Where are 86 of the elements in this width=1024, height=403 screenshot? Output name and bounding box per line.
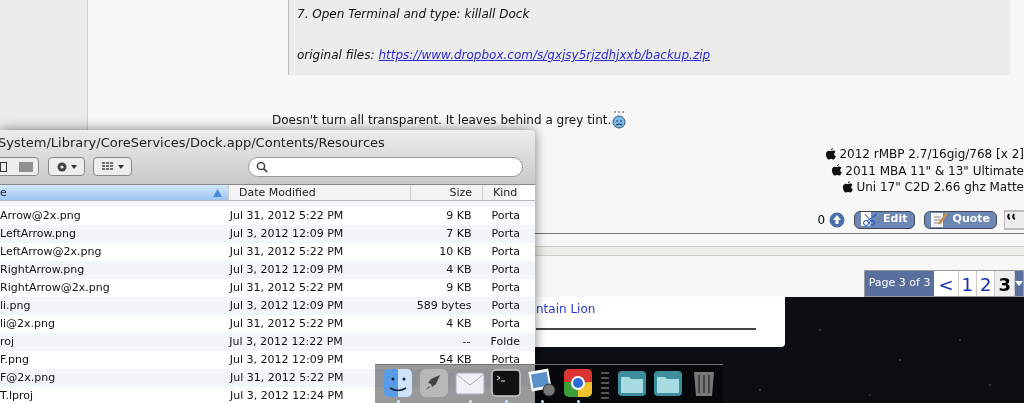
coverflow-icon (18, 161, 33, 172)
pen-paper-icon (930, 211, 949, 228)
page-indicator: Page 3 of 3 (864, 271, 935, 296)
file-name[interactable]: li@2x.png (0, 316, 56, 330)
signature-line: 2012 rMBP 2.7/16gig/768 [x 2] (839, 146, 1024, 163)
file-name[interactable]: T.lproj (0, 388, 34, 402)
photos-icon[interactable] (527, 367, 557, 398)
file-size: 54 KB (438, 351, 473, 368)
file-kind: Folde (489, 333, 520, 350)
column-header[interactable]: Kind (482, 185, 520, 200)
terminal-icon[interactable] (491, 367, 521, 398)
file-size: 589 bytes (415, 297, 473, 314)
file-kind: Porta (490, 261, 520, 278)
file-size: 4 KB (445, 261, 473, 278)
confused-face-icon (612, 109, 627, 129)
apple-icon (825, 147, 838, 161)
column-header[interactable]: Date Modified (228, 185, 410, 200)
file-name[interactable]: RightArrow@2x.png (0, 280, 110, 294)
column-header[interactable]: Size (410, 185, 482, 200)
post-text: Doesn't turn all transparent. It leaves behind a grey tint. (272, 112, 612, 129)
file-name[interactable]: LeftArrow@2x.png (0, 244, 102, 258)
caret-icon (71, 164, 77, 169)
file-size: 4 KB (445, 315, 473, 332)
sort-arrow-icon (213, 189, 222, 197)
grid-icon (101, 162, 114, 171)
date-modified: Jul 31, 2012 5:22 PM (229, 208, 344, 222)
date-modified: Jul 31, 2012 5:22 PM (230, 370, 344, 384)
file-name[interactable]: Arrow@2x.png (0, 208, 81, 222)
file-kind: Porta (490, 207, 520, 224)
file-kind: Porta (490, 315, 520, 332)
file-name[interactable]: roj (0, 334, 15, 348)
signature-line: Uni 17" C2D 2.66 ghz Matte (856, 179, 1024, 196)
file-kind: Porta (490, 243, 520, 260)
file-size: 10 KB (438, 243, 473, 260)
download-link[interactable]: https://www.dropbox.com/s/gxjsy5rjzdhjxxb/backup.zip (378, 46, 711, 64)
file-name[interactable]: RightArrow.png (0, 262, 85, 276)
quote-marks-icon[interactable] (1004, 209, 1024, 230)
gear-icon (56, 160, 68, 173)
file-kind: Porta (490, 297, 520, 314)
arrange-menu-button[interactable] (93, 157, 132, 176)
date-modified: Jul 3, 2012 12:09 PM (229, 226, 344, 240)
post-link[interactable]: ntain Lion (536, 302, 596, 316)
page-link[interactable]: 3 (995, 271, 1015, 296)
quote-button[interactable]: Quote (923, 210, 997, 229)
face-icon[interactable] (383, 367, 413, 398)
caret-icon (1015, 280, 1023, 287)
date-modified: Jul 3, 2012 12:09 PM (229, 352, 344, 366)
date-modified: Jul 31, 2012 5:22 PM (229, 280, 344, 294)
file-size: 9 KB (445, 207, 473, 224)
date-modified: Jul 3, 2012 12:09 PM (229, 298, 344, 312)
date-modified: Jul 3, 2012 12:22 PM (229, 334, 343, 348)
file-name[interactable]: LeftArrow.png (0, 226, 76, 240)
file-kind: Porta (490, 351, 520, 368)
file-name[interactable]: F@2x.png (0, 370, 56, 384)
action-menu-button[interactable] (48, 157, 85, 176)
search-field[interactable] (248, 156, 523, 177)
signature-line: 2011 MBA 11" & 13" Ultimate (845, 162, 1024, 179)
date-modified: Jul 31, 2012 5:22 PM (229, 244, 344, 258)
browser-icon[interactable] (563, 367, 593, 398)
previous-page-link[interactable]: < (934, 271, 959, 296)
file-kind: Porta (490, 225, 520, 242)
caret-icon (117, 164, 124, 169)
file-name[interactable]: li.png (0, 298, 31, 312)
file-size: 9 KB (445, 279, 473, 296)
page-link[interactable]: 2 (977, 271, 996, 296)
search-icon (256, 160, 268, 173)
page-menu-button[interactable] (1015, 271, 1023, 296)
column-header[interactable]: e (0, 185, 228, 200)
file-size: 7 KB (445, 225, 473, 242)
view-buttons[interactable] (0, 157, 39, 176)
apple-icon (831, 164, 844, 178)
edit-button[interactable]: Edit (854, 210, 915, 229)
apple-icon (842, 180, 855, 194)
quote-text: 7. Open Terminal and type: killall Dock (297, 6, 531, 22)
vote-count: 0 (817, 211, 826, 229)
scissors-icon (861, 211, 880, 228)
column-view-icon (0, 161, 9, 172)
rocket-icon[interactable] (419, 367, 449, 398)
date-modified: Jul 31, 2012 5:22 PM (229, 316, 344, 330)
date-modified: Jul 3, 2012 12:24 PM (230, 388, 344, 402)
file-size: -- (461, 333, 472, 350)
file-name[interactable]: F.png (0, 352, 29, 366)
quote-text: original files: (297, 47, 375, 64)
file-kind: Porta (490, 279, 520, 296)
upvote-icon[interactable] (829, 211, 846, 228)
date-modified: Jul 3, 2012 12:09 PM (229, 262, 344, 276)
